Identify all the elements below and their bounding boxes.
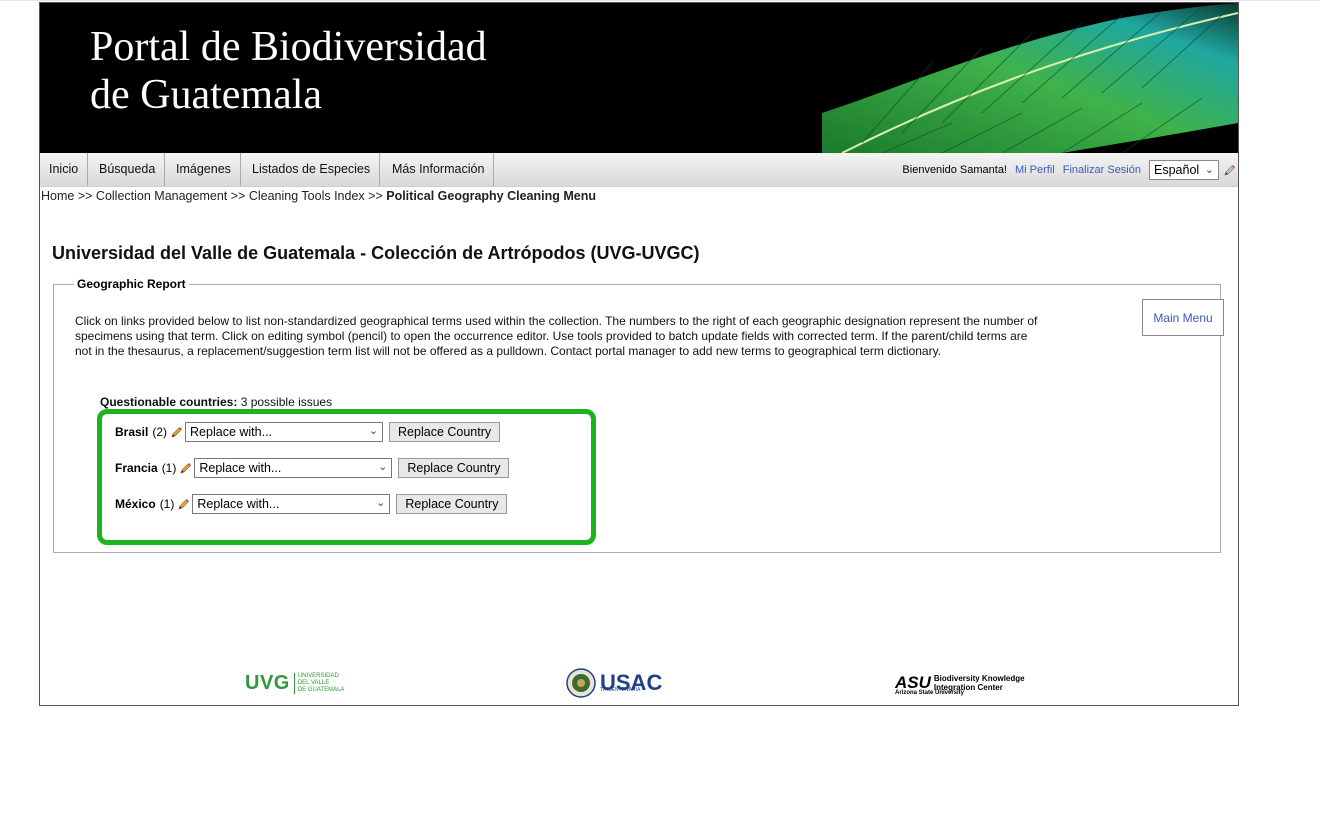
report-instructions: Click on links provided below to list no… <box>75 314 1038 358</box>
my-profile-link[interactable]: Mi Perfil <box>1015 164 1055 176</box>
asu-university-name: Arizona State University <box>895 690 965 696</box>
asu-logo: ASU Biodiversity Knowledge Integration C… <box>895 663 1025 703</box>
replace-country-button[interactable]: Replace Country <box>389 422 501 442</box>
usac-logo-subtitle: TRICENTENARIA <box>600 687 641 693</box>
country-row-francia: Francia (1) Replace with... ⌄ Replace Co… <box>115 458 510 478</box>
select-value: Replace with... <box>197 497 280 511</box>
country-count: (2) <box>152 425 168 439</box>
country-replacement-select[interactable]: Replace with... ⌄ <box>194 458 393 478</box>
language-value: Español <box>1154 163 1200 177</box>
chevron-down-icon: ⌄ <box>1204 164 1214 176</box>
nav-item-imagenes[interactable]: Imágenes <box>167 153 241 186</box>
breadcrumb-home[interactable]: Home <box>41 189 74 203</box>
user-bar: Bienvenido Samanta! Mi Perfil Finalizar … <box>902 160 1236 180</box>
country-row-brasil: Brasil (2) Replace with... ⌄ Replace Cou… <box>115 422 501 442</box>
nav-item-listados[interactable]: Listados de Especies <box>243 153 381 186</box>
page-title: Universidad del Valle de Guatemala - Col… <box>52 243 700 263</box>
breadcrumb-separator: >> <box>77 189 93 203</box>
chevron-down-icon: ⌄ <box>378 461 388 473</box>
questionable-label: Questionable countries: <box>100 395 238 409</box>
uvg-logo-subtitle: UNIVERSIDAD DEL VALLE DE GUATEMALA <box>293 672 345 694</box>
nav-item-mas-informacion[interactable]: Más Información <box>383 153 495 186</box>
feather-image <box>822 3 1238 153</box>
pencil-icon[interactable] <box>1223 164 1236 177</box>
breadcrumb-collection-management[interactable]: Collection Management <box>96 189 227 203</box>
country-replacement-select[interactable]: Replace with... ⌄ <box>185 422 384 442</box>
questionable-countries-summary: Questionable countries: 3 possible issue… <box>100 395 332 409</box>
pencil-icon[interactable] <box>179 462 192 475</box>
uvg-sub-line1: UNIVERSIDAD <box>297 672 339 679</box>
replace-country-button[interactable]: Replace Country <box>396 494 508 514</box>
country-count: (1) <box>161 461 177 475</box>
breadcrumb: Home >> Collection Management >> Cleanin… <box>41 189 596 203</box>
nav-item-inicio[interactable]: Inicio <box>40 153 89 186</box>
select-value: Replace with... <box>190 425 273 439</box>
site-title: Portal de Biodiversidad de Guatemala <box>90 23 487 119</box>
breadcrumb-current: Political Geography Cleaning Menu <box>386 189 596 203</box>
site-title-line2: de Guatemala <box>90 72 323 118</box>
country-row-mexico: México (1) Replace with... ⌄ Replace Cou… <box>115 494 508 514</box>
top-divider <box>0 0 1320 1</box>
logout-link[interactable]: Finalizar Sesión <box>1063 164 1141 176</box>
pencil-icon[interactable] <box>177 498 190 511</box>
replace-country-button[interactable]: Replace Country <box>398 458 510 478</box>
country-name-link[interactable]: Brasil <box>115 425 148 439</box>
site-banner: Portal de Biodiversidad de Guatemala Chl… <box>40 3 1238 153</box>
uvg-logo: UVG UNIVERSIDAD DEL VALLE DE GUATEMALA <box>245 663 344 703</box>
select-value: Replace with... <box>199 461 282 475</box>
page-frame: Portal de Biodiversidad de Guatemala Chl… <box>39 2 1239 706</box>
asu-sub-line1: Biodiversity Knowledge <box>933 674 1025 683</box>
uvg-sub-line2: DEL VALLE <box>297 679 330 686</box>
report-legend: Geographic Report <box>77 277 186 291</box>
usac-seal-icon <box>566 668 596 698</box>
questionable-count: 3 possible issues <box>240 395 333 409</box>
country-name-link[interactable]: México <box>115 497 156 511</box>
chevron-down-icon: ⌄ <box>376 497 386 509</box>
breadcrumb-separator: >> <box>230 189 246 203</box>
country-replacement-select[interactable]: Replace with... ⌄ <box>192 494 391 514</box>
breadcrumb-separator: >> <box>368 189 383 203</box>
language-select[interactable]: Español ⌄ <box>1149 160 1219 180</box>
pencil-icon[interactable] <box>170 426 183 439</box>
uvg-sub-line3: DE GUATEMALA <box>297 686 345 693</box>
nav-item-busqueda[interactable]: Búsqueda <box>90 153 166 186</box>
country-name-link[interactable]: Francia <box>115 461 158 475</box>
usac-logo: USAC TRICENTENARIA <box>566 663 662 703</box>
uvg-logo-mark: UVG <box>245 671 290 694</box>
country-count: (1) <box>159 497 175 511</box>
breadcrumb-cleaning-tools[interactable]: Cleaning Tools Index <box>249 189 365 203</box>
welcome-message: Bienvenido Samanta! <box>902 164 1007 176</box>
main-menu-button[interactable]: Main Menu <box>1142 299 1224 336</box>
site-title-line1: Portal de Biodiversidad <box>90 24 487 70</box>
chevron-down-icon: ⌄ <box>368 425 379 437</box>
